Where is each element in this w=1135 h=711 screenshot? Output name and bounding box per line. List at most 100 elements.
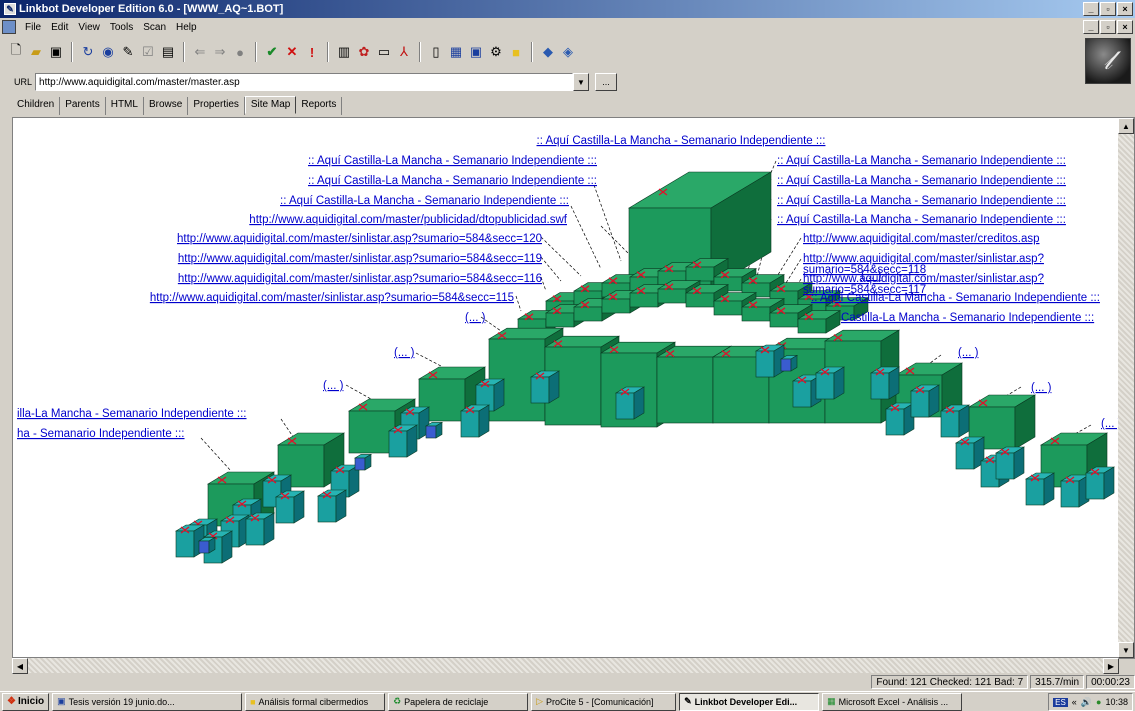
close-button[interactable]: × xyxy=(1117,2,1133,16)
window-icon[interactable]: ▭ xyxy=(375,42,393,62)
task-excel[interactable]: ▦ Microsoft Excel - Análisis ... xyxy=(822,692,963,711)
vertical-scrollbar[interactable]: ▲ ▼ xyxy=(1118,118,1134,658)
network-icon[interactable]: ● xyxy=(1096,697,1101,707)
site-cube[interactable] xyxy=(939,404,971,438)
exclamation-icon[interactable]: ! xyxy=(303,42,321,62)
document-icon[interactable] xyxy=(2,20,16,34)
site-cube[interactable] xyxy=(529,370,561,404)
url-dropdown-button[interactable]: ▼ xyxy=(573,73,590,91)
right-site-link[interactable]: http://www.aquidigital.com/master/credit… xyxy=(803,233,1040,245)
site-cube[interactable] xyxy=(884,402,916,436)
left-site-link[interactable]: :: Aquí Castilla-La Mancha - Semanario I… xyxy=(308,155,597,167)
site-cube[interactable] xyxy=(954,436,986,470)
cross-icon[interactable]: ✕ xyxy=(283,42,301,62)
menu-file[interactable]: File xyxy=(20,22,46,33)
site-cube[interactable] xyxy=(1084,466,1116,500)
tab-browse[interactable]: Browse xyxy=(144,97,189,115)
task-folder[interactable]: ■ Análisis formal cibermedios xyxy=(245,692,386,711)
menu-view[interactable]: View xyxy=(73,22,105,33)
menu-help[interactable]: Help xyxy=(171,22,202,33)
menu-edit[interactable]: Edit xyxy=(46,22,73,33)
right-site-link[interactable]: :: Aquí Castilla-La Mancha - Semanario I… xyxy=(777,214,1066,226)
language-indicator[interactable]: ES xyxy=(1053,697,1068,707)
horizontal-scrollbar[interactable]: ◀ ▶ xyxy=(12,657,1119,674)
refresh-icon[interactable]: ↻ xyxy=(79,42,97,62)
page-icon[interactable]: ▯ xyxy=(427,42,445,62)
scroll-down-button[interactable]: ▼ xyxy=(1118,642,1134,658)
site-cube[interactable] xyxy=(244,512,276,546)
color-icon[interactable]: ✿ xyxy=(355,42,373,62)
folder-icon[interactable]: ■ xyxy=(507,42,525,62)
menu-scan[interactable]: Scan xyxy=(138,22,171,33)
site-cube[interactable] xyxy=(459,404,491,438)
task-word-doc[interactable]: ▣ Tesis versión 19 junio.do... xyxy=(52,692,243,711)
root-link[interactable]: :: Aquí Castilla-La Mancha - Semanario I… xyxy=(537,135,826,147)
restore-button[interactable]: ▫ xyxy=(1100,2,1116,16)
scroll-left-button[interactable]: ◀ xyxy=(12,658,28,674)
site-cube[interactable] xyxy=(274,490,306,524)
right-site-link[interactable]: :: Aquí Castilla-La Mancha - Semanario I… xyxy=(777,195,1066,207)
pdf-icon[interactable]: ⅄ xyxy=(395,42,413,62)
left-site-link[interactable]: :: Aquí Castilla-La Mancha - Semanario I… xyxy=(308,175,597,187)
forward-arrow-icon[interactable]: ⇒ xyxy=(211,42,229,62)
right-site-link[interactable]: :: Aquí Castilla-La Mancha - Semanario I… xyxy=(777,155,1066,167)
left-site-link[interactable]: http://www.aquidigital.com/master/sinlis… xyxy=(177,233,542,245)
tab-parents[interactable]: Parents xyxy=(60,97,106,115)
site-cube[interactable] xyxy=(779,354,799,372)
lower-left-link[interactable]: illa-La Mancha - Semanario Independiente… xyxy=(17,408,247,420)
start-button[interactable]: ❖ Inicio xyxy=(2,692,50,711)
gear-icon[interactable]: ⚙ xyxy=(487,42,505,62)
volume-icon[interactable]: 🔊 xyxy=(1081,697,1092,708)
lower-left-link[interactable]: ha - Semanario Independiente ::: xyxy=(17,428,185,440)
site-cube[interactable] xyxy=(353,453,373,471)
mdi-minimize-button[interactable]: _ xyxy=(1083,20,1099,34)
left-site-link[interactable]: http://www.aquidigital.com/master/public… xyxy=(249,214,567,226)
mdi-close-button[interactable]: × xyxy=(1117,20,1133,34)
pencil-icon[interactable]: ✎ xyxy=(119,42,137,62)
site-map-canvas[interactable]: :: Aquí Castilla-La Mancha - Semanario I… xyxy=(13,118,1135,659)
site-cube[interactable] xyxy=(754,344,786,378)
url-browse-button[interactable]: ... xyxy=(595,73,618,91)
minimize-button[interactable]: _ xyxy=(1083,2,1099,16)
left-site-link[interactable]: http://www.aquidigital.com/master/sinlis… xyxy=(178,273,542,285)
site-icon[interactable]: ▦ xyxy=(447,42,465,62)
mdi-restore-button[interactable]: ▫ xyxy=(1100,20,1116,34)
url-input[interactable] xyxy=(35,73,574,91)
site-cube[interactable] xyxy=(869,366,901,400)
task-linkbot[interactable]: ✎ Linkbot Developer Edi... xyxy=(679,692,820,711)
scroll-up-button[interactable]: ▲ xyxy=(1118,118,1134,134)
task-recycle-bin[interactable]: ♻ Papelera de reciclaje xyxy=(388,692,529,711)
site-cube[interactable] xyxy=(994,446,1026,480)
tab-site-map[interactable]: Site Map xyxy=(244,96,297,114)
spider-icon[interactable]: ◉ xyxy=(99,42,117,62)
site-cube[interactable] xyxy=(316,489,348,523)
tab-reports[interactable]: Reports xyxy=(296,97,343,115)
right-site-link[interactable]: :: Aquí Castilla-La Mancha - Semanario I… xyxy=(811,292,1100,304)
site-cube[interactable] xyxy=(387,424,419,458)
site-cube[interactable] xyxy=(614,386,646,420)
new-doc-icon[interactable]: 🗋 xyxy=(7,42,25,62)
left-site-link[interactable]: :: Aquí Castilla-La Mancha - Semanario I… xyxy=(280,195,569,207)
globe-icon[interactable]: ◆ xyxy=(539,42,557,62)
properties-icon[interactable]: ▤ xyxy=(159,42,177,62)
right-site-link[interactable]: Castilla-La Mancha - Semanario Independi… xyxy=(841,312,1094,324)
check-box-icon[interactable]: ☑ xyxy=(139,42,157,62)
save-icon[interactable]: ▣ xyxy=(47,42,65,62)
tray-expand-icon[interactable]: « xyxy=(1072,697,1077,707)
site-cube[interactable] xyxy=(814,366,846,400)
menu-tools[interactable]: Tools xyxy=(105,22,138,33)
scroll-right-button[interactable]: ▶ xyxy=(1103,658,1119,674)
stop-dot-icon[interactable]: ● xyxy=(231,42,249,62)
task-procite[interactable]: ▷ ProCite 5 - [Comunicación] xyxy=(531,692,677,711)
left-site-link[interactable]: http://www.aquidigital.com/master/sinlis… xyxy=(150,292,514,304)
tab-properties[interactable]: Properties xyxy=(188,97,245,115)
open-folder-icon[interactable]: ▰ xyxy=(27,42,45,62)
site-cube[interactable] xyxy=(1059,474,1091,508)
globe-back-icon[interactable]: ◈ xyxy=(559,42,577,62)
site-cube[interactable] xyxy=(197,536,217,554)
site-cube[interactable] xyxy=(424,421,444,439)
site-cube[interactable] xyxy=(909,384,941,418)
tab-html[interactable]: HTML xyxy=(106,97,144,115)
right-site-link[interactable]: :: Aquí Castilla-La Mancha - Semanario I… xyxy=(777,175,1066,187)
back-arrow-icon[interactable]: ⇐ xyxy=(191,42,209,62)
